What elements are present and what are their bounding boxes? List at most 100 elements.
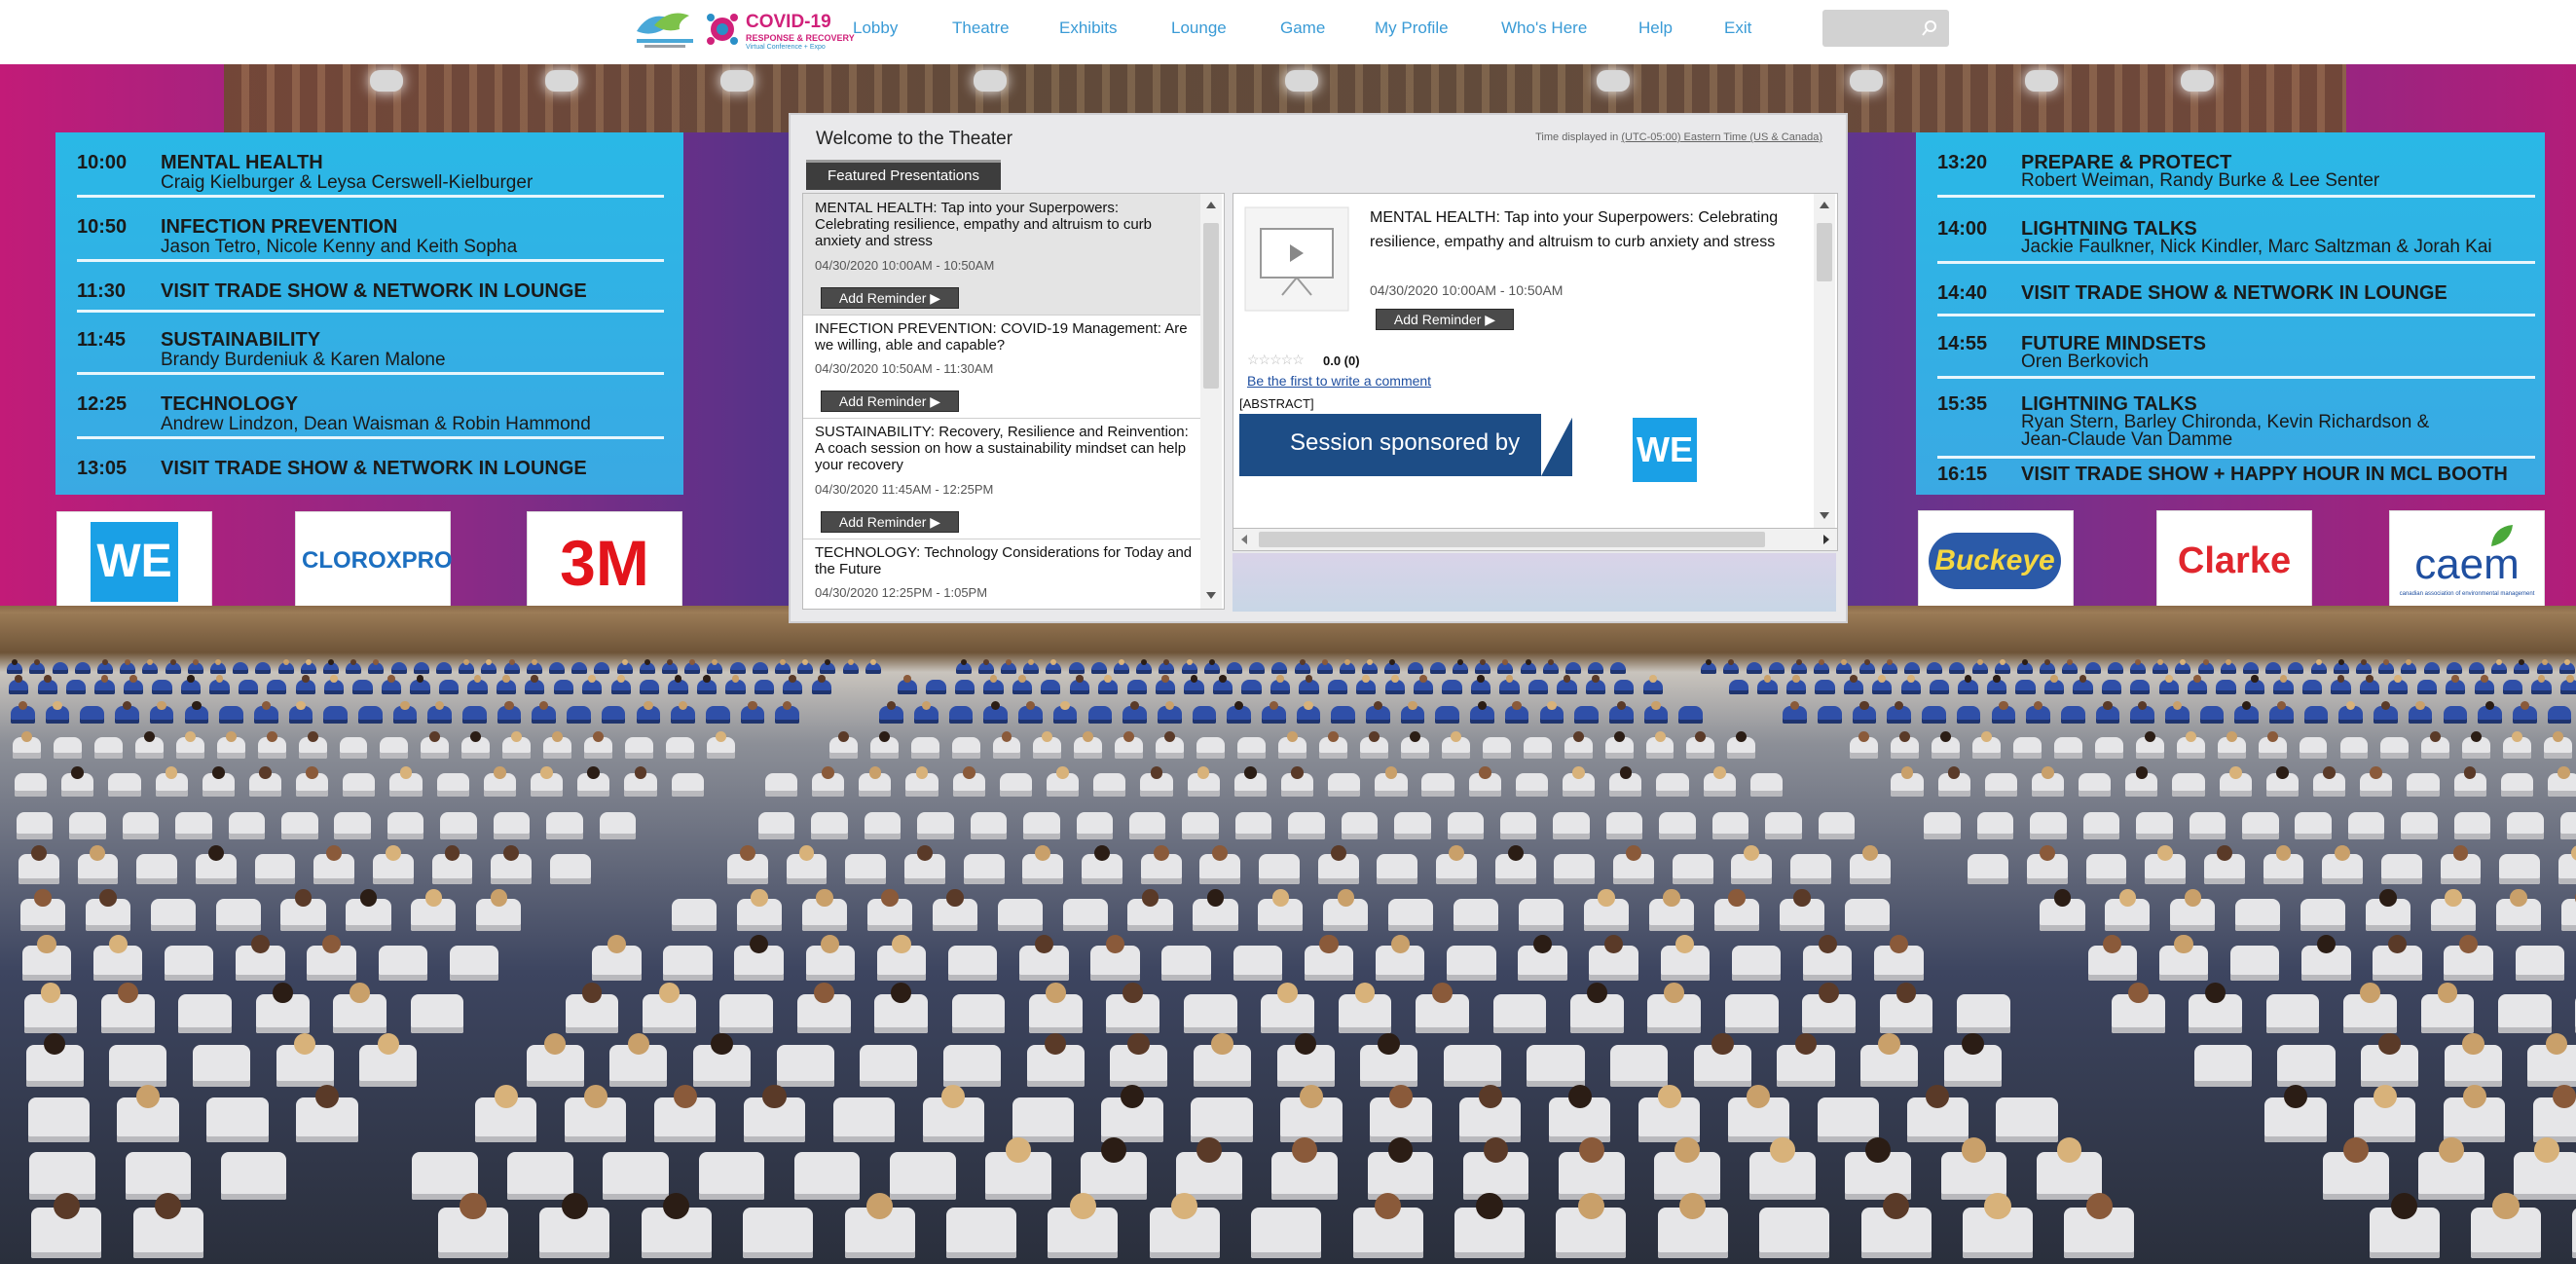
- audience-seat: [625, 737, 653, 759]
- audience-member: [184, 731, 196, 743]
- 3m-logo-text: 3M: [560, 527, 649, 599]
- audience-seat: [507, 1151, 573, 1200]
- audience-member: [272, 983, 293, 1004]
- nav-help[interactable]: Help: [1638, 19, 1673, 38]
- horizontal-scroll-thumb[interactable]: [1259, 532, 1765, 547]
- sponsor-clarke-logo[interactable]: Clarke: [2156, 510, 2312, 612]
- add-reminder-button[interactable]: Add Reminder ▶: [821, 511, 959, 533]
- write-comment-link[interactable]: Be the first to write a comment: [1247, 373, 1431, 389]
- list-item[interactable]: SUSTAINABILITY: Recovery, Resilience and…: [803, 418, 1200, 539]
- list-scrollbar[interactable]: [1200, 194, 1222, 609]
- presentation-title[interactable]: MENTAL HEALTH: Tap into your Superpowers…: [815, 200, 1195, 249]
- sponsor-cloroxpro-logo[interactable]: CLOROXPRO: [295, 511, 453, 613]
- schedule-row: 13:20 PREPARE & PROTECT Robert Weiman, R…: [1937, 146, 2535, 198]
- audience-seat: [594, 662, 610, 674]
- schedule-time: 13:05: [77, 458, 128, 479]
- audience-member: [941, 1084, 966, 1108]
- audience-seat: [1922, 705, 1946, 724]
- conference-logo[interactable]: [631, 4, 699, 53]
- search-icon[interactable]: [1920, 19, 1939, 38]
- audience-member: [2216, 845, 2232, 862]
- sponsor-banner: Session sponsored by: [1239, 414, 1574, 476]
- presentation-title[interactable]: INFECTION PREVENTION: COVID-19 Managemen…: [815, 320, 1195, 353]
- add-reminder-button[interactable]: Add Reminder ▶: [1376, 309, 1514, 330]
- audience-member: [18, 700, 28, 710]
- caem-logo-tagline: canadian association of environmental ma…: [2399, 591, 2535, 597]
- audience-member: [711, 1032, 733, 1056]
- schedule-row: 12:25 TECHNOLOGY Andrew Lindzon, Dean Wa…: [77, 388, 664, 439]
- audience-seat: [917, 812, 954, 839]
- audience-seat: [175, 812, 212, 839]
- nav-lounge[interactable]: Lounge: [1171, 19, 1227, 38]
- audience-seat: [380, 737, 409, 759]
- covid-event-logo[interactable]: COVID-19 RESPONSE & RECOVERY Virtual Con…: [703, 6, 855, 53]
- add-reminder-button[interactable]: Add Reminder ▶: [821, 287, 959, 309]
- nav-game[interactable]: Game: [1280, 19, 1325, 38]
- timezone-link[interactable]: (UTC-05:00) Eastern Time (US & Canada): [1621, 131, 1822, 143]
- audience-member: [1859, 700, 1869, 710]
- audience-seat: [1968, 854, 2008, 884]
- audience-member: [2202, 658, 2209, 665]
- presentation-title[interactable]: TECHNOLOGY: Technology Considerations fo…: [815, 544, 1195, 577]
- audience-member: [211, 766, 225, 779]
- audience-seat: [2560, 898, 2576, 932]
- list-item[interactable]: INFECTION PREVENTION: COVID-19 Managemen…: [803, 315, 1200, 419]
- audience-member: [214, 658, 222, 665]
- audience-member: [508, 658, 515, 665]
- audience-member: [1770, 1137, 1795, 1164]
- scroll-left-icon[interactable]: [1239, 534, 1249, 545]
- scroll-right-icon[interactable]: [1822, 534, 1831, 545]
- audience-seat: [2303, 705, 2329, 724]
- audience-seat: [2094, 737, 2123, 759]
- audience-member: [644, 658, 650, 665]
- tab-featured-presentations[interactable]: Featured Presentations: [806, 160, 1001, 190]
- audience-seat: [666, 737, 694, 759]
- audience-seat: [1930, 679, 1950, 694]
- detail-scroll-thumb[interactable]: [1817, 223, 1832, 281]
- audience-seat: [66, 679, 87, 694]
- scroll-down-icon[interactable]: [1205, 591, 1217, 601]
- audience-seat: [1565, 662, 1581, 674]
- nav-exit[interactable]: Exit: [1724, 19, 1751, 38]
- sponsor-we-logo[interactable]: WE: [56, 511, 212, 613]
- audience-member: [1321, 658, 1328, 665]
- audience-member: [2283, 1084, 2307, 1108]
- audience-seat: [1249, 662, 1266, 674]
- scroll-up-icon[interactable]: [1205, 200, 1217, 209]
- sponsor-buckeye-logo[interactable]: Buckeye: [1918, 510, 2074, 612]
- nav-lobby[interactable]: Lobby: [853, 19, 898, 38]
- audience-seat: [1443, 1044, 1501, 1087]
- scroll-up-icon[interactable]: [1819, 200, 1830, 209]
- presentation-title[interactable]: SUSTAINABILITY: Recovery, Resilience and…: [815, 424, 1195, 473]
- audience-seat: [2107, 662, 2123, 674]
- add-reminder-button[interactable]: Add Reminder ▶: [821, 390, 959, 412]
- nav-theatre[interactable]: Theatre: [952, 19, 1010, 38]
- detail-horizontal-scrollbar[interactable]: [1233, 528, 1838, 551]
- sponsor-3m-logo[interactable]: 3M: [527, 511, 682, 613]
- stage-light-icon: [545, 70, 578, 92]
- list-scroll-thumb[interactable]: [1203, 223, 1219, 389]
- audience-member: [1101, 1137, 1126, 1164]
- scroll-down-icon[interactable]: [1819, 511, 1830, 521]
- audience-member: [1127, 1032, 1150, 1056]
- audience-member: [1567, 1084, 1592, 1108]
- list-item[interactable]: TECHNOLOGY: Technology Considerations fo…: [803, 539, 1200, 609]
- schedule-row: 15:35 LIGHTNING TALKS Ryan Stern, Barley…: [1937, 388, 2535, 459]
- nav-my-profile[interactable]: My Profile: [1375, 19, 1449, 38]
- schedule-row: 10:00 MENTAL HEALTH Craig Kielburger & L…: [77, 146, 664, 198]
- detail-scrollbar[interactable]: [1814, 194, 1835, 529]
- list-item[interactable]: MENTAL HEALTH: Tap into your Superpowers…: [803, 194, 1200, 316]
- star-rating-icon[interactable]: ☆☆☆☆☆: [1247, 352, 1305, 368]
- audience-seat: [2130, 679, 2151, 694]
- search-input[interactable]: [1822, 10, 1949, 47]
- audience-seat: [1746, 662, 1762, 674]
- sponsor-caem-logo[interactable]: caem canadian association of environment…: [2389, 510, 2545, 612]
- nav-whos-here[interactable]: Who's Here: [1501, 19, 1587, 38]
- audience-member: [192, 700, 202, 710]
- sponsor-banner-text: Session sponsored by: [1290, 429, 1521, 456]
- audience-seat: [705, 705, 730, 724]
- audience-seat: [1288, 812, 1325, 839]
- nav-exhibits[interactable]: Exhibits: [1059, 19, 1118, 38]
- audience-seat: [2500, 773, 2533, 798]
- audience-seating: [0, 643, 2576, 1264]
